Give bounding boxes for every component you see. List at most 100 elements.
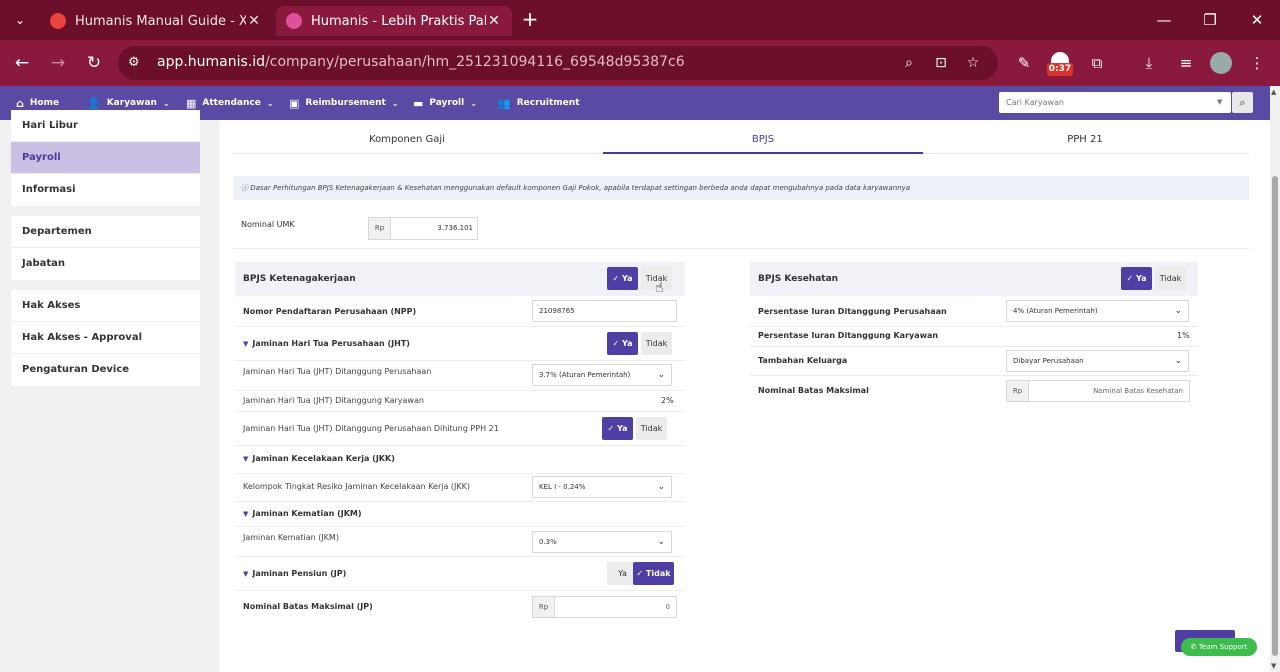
sidebar-group: Departemen Jabatan bbox=[11, 216, 200, 280]
umk-value: 3.736.101 bbox=[437, 224, 473, 232]
jp-title: Jaminan Pensiun (JP) bbox=[252, 569, 347, 578]
chevron-down-icon: ⌄ bbox=[266, 98, 274, 108]
bookmark-star-icon[interactable]: ☆ bbox=[964, 54, 982, 72]
sidebar-item-informasi[interactable]: Informasi bbox=[11, 174, 200, 206]
home-icon: ⌂ bbox=[16, 96, 24, 110]
ketenagakerjaan-ya-button[interactable]: ✓ Ya bbox=[607, 267, 638, 290]
tab-pph21[interactable]: PPH 21 bbox=[925, 130, 1245, 153]
jp-tidak-button[interactable]: ✓ Tidak bbox=[633, 562, 674, 585]
jkk-section-title[interactable]: ▼ Jaminan Kecelakaan Kerja (JKK) bbox=[243, 454, 395, 463]
chevron-down-icon: ⌄ bbox=[657, 482, 665, 492]
jht-section-title[interactable]: ▼ Jaminan Hari Tua Perusahaan (JHT) bbox=[243, 339, 410, 348]
url-path: /company/perusahaan/hm_251231094116_6954… bbox=[265, 54, 685, 70]
minimize-icon[interactable]: — bbox=[1153, 9, 1175, 31]
jkk-label: Kelompok Tingkat Resiko Jaminan Kecelaka… bbox=[243, 482, 471, 491]
caret-down-icon: ▼ bbox=[243, 570, 249, 578]
reload-icon[interactable]: ↻ bbox=[83, 52, 105, 74]
download-icon[interactable]: ⤓ bbox=[1138, 52, 1160, 74]
sidebar-item-payroll[interactable]: Payroll bbox=[11, 142, 200, 174]
forward-icon[interactable]: → bbox=[47, 52, 69, 74]
close-icon[interactable]: ✕ bbox=[486, 13, 502, 29]
install-app-icon[interactable]: ⊡ bbox=[932, 54, 950, 72]
search-icon[interactable]: ⌕ bbox=[1232, 92, 1253, 113]
site-settings-icon[interactable]: ⚙ bbox=[128, 55, 144, 71]
browser-tab[interactable]: Humanis Manual Guide - Xmind ✕ bbox=[40, 6, 272, 36]
profile-avatar[interactable] bbox=[1210, 52, 1232, 74]
kesehatan-tidak-button[interactable]: Tidak bbox=[1155, 267, 1186, 290]
restore-icon[interactable]: ❐ bbox=[1199, 9, 1221, 31]
jp-max-label: Nominal Batas Maksimal (JP) bbox=[243, 602, 373, 611]
jht-pph-label: Jaminan Hari Tua (JHT) Ditanggung Perusa… bbox=[243, 424, 499, 433]
media-control-icon[interactable]: ≡ bbox=[1175, 52, 1197, 74]
sidebar-item-jabatan[interactable]: Jabatan bbox=[11, 248, 200, 280]
jht-perusahaan-select[interactable]: 3.7% (Aturan Pemerintah) ⌄ bbox=[532, 364, 672, 386]
address-bar[interactable]: ⚙ app.humanis.id/company/perusahaan/hm_2… bbox=[118, 46, 998, 80]
team-support-button[interactable]: ✆ Team Support bbox=[1181, 638, 1257, 656]
scroll-thumb[interactable] bbox=[1272, 176, 1278, 656]
panel-title: BPJS Kesehatan bbox=[758, 274, 839, 284]
sidebar-item-hak-akses-approval[interactable]: Hak Akses - Approval bbox=[11, 322, 200, 354]
keluarga-select[interactable]: Dibayar Perusahaan ⌄ bbox=[1006, 350, 1189, 372]
jkm-select[interactable]: 0.3% ⌄ bbox=[532, 531, 672, 553]
jp-section-title[interactable]: ▼ Jaminan Pensiun (JP) bbox=[243, 569, 346, 578]
row-divider bbox=[235, 590, 685, 591]
browser-tab-active[interactable]: Humanis - Lebih Praktis Pakai Humanis ✕ bbox=[276, 6, 512, 36]
back-icon[interactable]: ← bbox=[11, 52, 33, 74]
sidebar-item-hak-akses[interactable]: Hak Akses bbox=[11, 290, 200, 322]
nav-reimbursement[interactable]: ▣ Reimbursement ⌄ bbox=[289, 86, 399, 120]
timer-extension[interactable]: 0:37 bbox=[1047, 52, 1073, 76]
scroll-up-icon[interactable]: ▲ bbox=[1271, 88, 1276, 96]
tab-komponen-gaji[interactable]: Komponen Gaji bbox=[247, 130, 567, 153]
nav-label: Reimbursement bbox=[305, 98, 386, 108]
caret-down-icon: ▼ bbox=[243, 455, 249, 463]
jht-pph-ya-button[interactable]: ✓ Ya bbox=[602, 417, 633, 440]
jkk-select[interactable]: KEL I - 0.24% ⌄ bbox=[532, 476, 672, 498]
employee-search[interactable]: ▼ bbox=[999, 92, 1231, 113]
tab-bpjs[interactable]: BPJS bbox=[603, 130, 923, 154]
panel-title: BPJS Ketenagakerjaan bbox=[243, 274, 356, 284]
caret-down-icon[interactable]: ▼ bbox=[1217, 98, 1222, 106]
nav-recruitment[interactable]: 👥 Recruitment bbox=[497, 86, 580, 120]
jht-pph-tidak-button[interactable]: Tidak bbox=[636, 417, 667, 440]
currency-prefix: Rp bbox=[369, 218, 391, 239]
jkm-section-title[interactable]: ▼ Jaminan Kematian (JKM) bbox=[243, 509, 362, 518]
jkm-label: Jaminan Kematian (JKM) bbox=[243, 533, 339, 542]
xmind-favicon-icon bbox=[50, 13, 66, 29]
iuran-perusahaan-select[interactable]: 4% (Aturan Pemerintah) ⌄ bbox=[1006, 300, 1189, 322]
jht-tidak-button[interactable]: Tidak bbox=[641, 332, 672, 355]
iuran-karyawan-label: Persentase Iuran Ditanggung Karyawan bbox=[758, 331, 939, 340]
sidebar-item-hari-libur[interactable]: Hari Libur bbox=[11, 110, 200, 142]
whatsapp-icon: ✆ bbox=[1190, 643, 1199, 651]
url-text[interactable]: app.humanis.id/company/perusahaan/hm_251… bbox=[157, 54, 685, 70]
close-icon[interactable]: ✕ bbox=[246, 13, 262, 29]
page-scrollbar[interactable]: ▲ ▼ bbox=[1270, 86, 1280, 672]
nav-payroll[interactable]: ▬ Payroll ⌄ bbox=[413, 86, 477, 120]
jht-ya-button[interactable]: ✓ Ya bbox=[607, 332, 638, 355]
jp-max-input[interactable]: Rp 0 bbox=[532, 596, 677, 618]
iuran-perusahaan-label: Persentase Iuran Ditanggung Perusahaan bbox=[758, 307, 947, 316]
settings-sidebar: Hari Libur Payroll Informasi Departemen … bbox=[0, 110, 219, 672]
browser-menu-icon[interactable]: ⋮ bbox=[1246, 52, 1268, 74]
main-content: Komponen Gaji BPJS PPH 21 ⓘ Dasar Perhit… bbox=[219, 120, 1270, 672]
sidebar-item-pengaturan-device[interactable]: Pengaturan Device bbox=[11, 354, 200, 386]
extensions-puzzle-icon[interactable]: ⧉ bbox=[1086, 52, 1108, 74]
kesehatan-ya-button[interactable]: ✓ Ya bbox=[1121, 267, 1152, 290]
umk-input[interactable]: Rp 3.736.101 bbox=[368, 217, 478, 240]
max-kesehatan-input[interactable]: Rp Nominal Batas Kesehatan bbox=[1006, 380, 1190, 402]
scroll-down-icon[interactable]: ▼ bbox=[1271, 662, 1276, 670]
window-close-icon[interactable]: ✕ bbox=[1246, 9, 1268, 31]
employee-search-input[interactable] bbox=[999, 92, 1214, 113]
npp-input[interactable]: 21098765 bbox=[532, 300, 677, 322]
tab-search-icon[interactable]: ⌄ bbox=[10, 10, 30, 30]
new-tab-icon[interactable]: + bbox=[520, 9, 540, 30]
row-divider bbox=[750, 326, 1198, 327]
row-divider bbox=[235, 556, 685, 557]
browser-toolbar: ← → ↻ ⚙ app.humanis.id/company/perusahaa… bbox=[0, 40, 1280, 86]
tab-title: Humanis - Lebih Praktis Pakai Humanis bbox=[311, 13, 486, 29]
sidebar-item-departemen[interactable]: Departemen bbox=[11, 216, 200, 248]
zoom-icon[interactable]: ⌕ bbox=[900, 54, 918, 72]
humanis-favicon-icon bbox=[286, 13, 302, 29]
row-divider bbox=[235, 360, 685, 361]
user-edit-icon: 👤 bbox=[87, 96, 101, 110]
feather-extension-icon[interactable]: ✎ bbox=[1013, 52, 1035, 74]
